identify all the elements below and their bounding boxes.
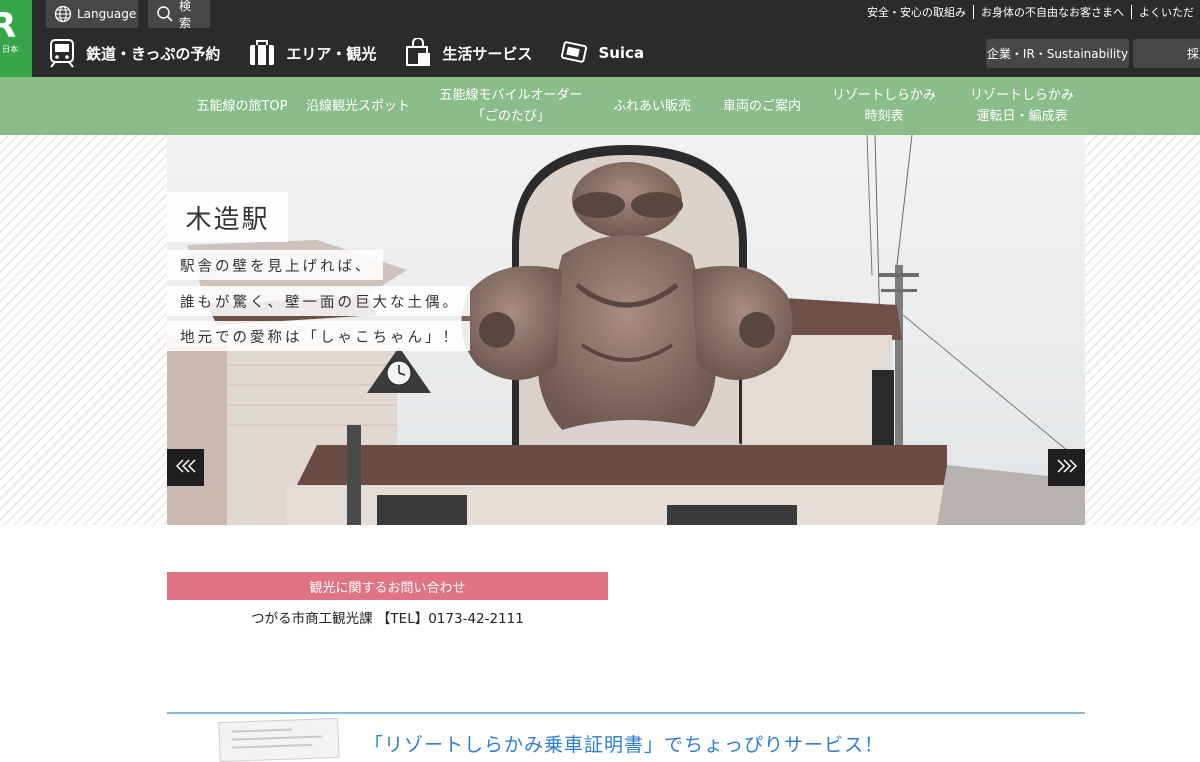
subnav-item-schedule[interactable]: リゾートしらかみ 運転日・編成表 bbox=[956, 77, 1088, 135]
main-nav-label: Suica bbox=[598, 44, 645, 62]
subnav-item-top[interactable]: 五能線の旅TOP bbox=[172, 77, 312, 135]
language-label: Language bbox=[77, 7, 137, 21]
shopping-bag-icon bbox=[404, 38, 432, 68]
hero-caption-line: 誰もが驚く、壁一面の巨大な土偶。 bbox=[167, 286, 470, 316]
hero-title: 木造駅 bbox=[167, 192, 288, 242]
contact-heading: 観光に関するお問い合わせ bbox=[167, 572, 608, 600]
thumb-line bbox=[231, 735, 322, 741]
util-link-accessibility[interactable]: お身体の不自由なお客さまへ bbox=[974, 4, 1131, 20]
certificate-thumbnail[interactable] bbox=[218, 717, 340, 762]
thumb-line bbox=[231, 728, 292, 733]
jr-logo[interactable]: R 日本 bbox=[0, 0, 32, 77]
slider-next-button[interactable] bbox=[1048, 449, 1085, 486]
main-nav: 鉄道・きっぷの予約 エリア・観光 生活サービス Suica bbox=[48, 34, 672, 72]
suica-card-icon bbox=[560, 38, 588, 68]
hero-slide: 木造駅 駅舎の壁を見上げれば、 誰もが驚く、壁一面の巨大な土偶。 地元での愛称は… bbox=[167, 135, 1085, 525]
logo-letter: R bbox=[0, 6, 17, 46]
main-nav-label: エリア・観光 bbox=[286, 44, 377, 63]
search-button[interactable]: 検索 bbox=[148, 0, 210, 30]
hero-caption-line: 駅舎の壁を見上げれば、 bbox=[167, 250, 383, 280]
globe-icon bbox=[54, 5, 72, 23]
gonosen-subnav: 五能線の旅TOP 沿線観光スポット 五能線モバイルオーダー 「ごのたび」 ふれあ… bbox=[0, 77, 1200, 135]
thumb-line bbox=[232, 743, 313, 749]
promo-title-link[interactable]: 「リゾートしらかみ乗車証明書」でちょっぴりサービス！ bbox=[364, 730, 884, 757]
subnav-item-timetable[interactable]: リゾートしらかみ 時刻表 bbox=[824, 77, 944, 135]
subnav-item-mobile-order[interactable]: 五能線モバイルオーダー 「ごのたび」 bbox=[430, 77, 592, 135]
utility-links: 安全・安心の取組み お身体の不自由なお客さまへ よくいただ bbox=[860, 0, 1200, 24]
slider-prev-button[interactable] bbox=[167, 449, 204, 486]
luggage-icon bbox=[248, 38, 276, 68]
double-chevron-left-icon bbox=[175, 458, 196, 477]
main-nav-area[interactable]: エリア・観光 bbox=[248, 38, 376, 68]
contact-info: つがる市商工観光課 【TEL】0173-42-2111 bbox=[251, 611, 524, 627]
train-icon bbox=[48, 38, 76, 68]
corporate-button[interactable]: 企業・IR・Sustainability bbox=[986, 39, 1129, 68]
language-button[interactable]: Language bbox=[46, 0, 138, 28]
logo-subtext: 日本 bbox=[2, 45, 18, 54]
util-link-safety[interactable]: 安全・安心の取組み bbox=[860, 4, 973, 20]
double-chevron-right-icon bbox=[1056, 458, 1077, 477]
hero-caption-line: 地元での愛称は「しゃこちゃん」！ bbox=[167, 321, 470, 351]
main-nav-label: 生活サービス bbox=[442, 44, 533, 63]
section-divider bbox=[167, 712, 1085, 714]
global-header: R 日本 Language 検索 安全・安心の取組み お身体の不自由なお客さまへ… bbox=[0, 0, 1200, 77]
subnav-item-spots[interactable]: 沿線観光スポット bbox=[296, 77, 420, 135]
util-link-faq[interactable]: よくいただ bbox=[1132, 4, 1200, 20]
main-nav-label: 鉄道・きっぷの予約 bbox=[86, 44, 221, 63]
search-label: 検索 bbox=[179, 0, 192, 30]
search-icon bbox=[156, 5, 174, 23]
subnav-item-fureai[interactable]: ふれあい販売 bbox=[600, 77, 704, 135]
recruit-button[interactable]: 採用 bbox=[1133, 39, 1200, 68]
main-nav-railway[interactable]: 鉄道・きっぷの予約 bbox=[48, 38, 220, 68]
main-nav-suica[interactable]: Suica bbox=[560, 38, 644, 68]
subnav-item-vehicles[interactable]: 車両のご案内 bbox=[708, 77, 816, 135]
main-nav-life[interactable]: 生活サービス bbox=[404, 38, 532, 68]
